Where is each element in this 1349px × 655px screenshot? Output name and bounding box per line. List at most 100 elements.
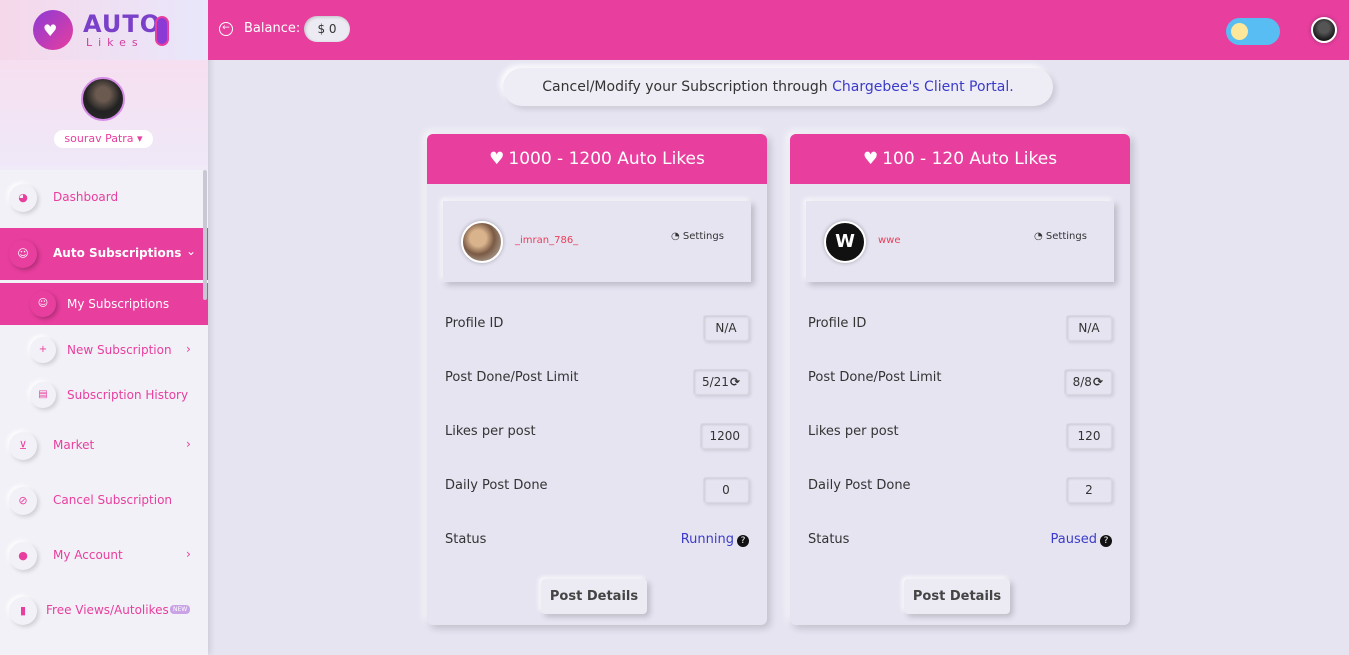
new-badge: NEW (170, 605, 191, 614)
refresh-icon[interactable]: ⟳ (730, 375, 740, 389)
post-details-button[interactable]: Post Details (541, 579, 647, 614)
account-box: W wwe ◔ Settings (806, 201, 1114, 282)
chevron-right-icon: › (186, 437, 191, 451)
sidebar-item-label: Free Views/Autolikes (46, 603, 169, 617)
avatar[interactable] (81, 77, 125, 121)
profile-card: sourav Patra ▾ (0, 60, 208, 170)
heart-icon: ♥ (862, 149, 879, 169)
balance-label: Balance: (244, 21, 301, 36)
user-name: sourav Patra (64, 132, 134, 145)
status-text: Paused (1050, 532, 1097, 547)
settings-label: Settings (682, 231, 724, 242)
users-icon: ☺ (9, 240, 37, 268)
likes-per-post-label: Likes per post (808, 424, 899, 439)
status-value: Paused? (1051, 532, 1112, 547)
refresh-icon[interactable]: ⟳ (1093, 375, 1103, 389)
sidebar-item-label: My Subscriptions (67, 297, 170, 311)
daily-post-done-value: 0 (703, 477, 749, 503)
card-header: ♥ 1000 - 1200 Auto Likes (427, 134, 767, 184)
post-done-text: 8/8 (1072, 375, 1092, 389)
sidebar-item-market[interactable]: ⊻ Market › (0, 422, 208, 470)
post-done-label: Post Done/Post Limit (808, 370, 942, 385)
back-arrow-icon[interactable]: ← (219, 22, 233, 36)
header-avatar[interactable] (1311, 17, 1337, 43)
bookmark-icon: ▮ (9, 597, 37, 625)
account-username[interactable]: wwe (878, 235, 901, 246)
likes-per-post-label: Likes per post (445, 424, 536, 439)
post-done-value: 8/8⟳ (1063, 369, 1112, 395)
likes-per-post-value: 120 (1066, 423, 1112, 449)
profile-id-label: Profile ID (808, 316, 867, 331)
sidebar-item-my-account[interactable]: ● My Account › (0, 532, 208, 580)
sidebar-item-free-views[interactable]: ▮ Free Views/Autolikes NEW (0, 587, 208, 635)
likes-per-post-value: 1200 (700, 423, 749, 449)
user-menu-button[interactable]: sourav Patra ▾ (54, 130, 153, 148)
sidebar-item-label: Market (53, 438, 95, 452)
profile-id-value: N/A (703, 315, 749, 341)
chargebee-banner: Cancel/Modify your Subscription through … (503, 68, 1053, 106)
account-avatar (461, 221, 503, 263)
help-icon[interactable]: ? (1100, 535, 1112, 547)
account-username[interactable]: _imran_786_ (515, 235, 578, 246)
profile-id-value: N/A (1066, 315, 1112, 341)
post-done-text: 5/21 (701, 375, 729, 389)
chevron-right-icon: › (186, 547, 191, 561)
user-plus-icon: + (30, 337, 56, 363)
account-box: _imran_786_ ◔ Settings (443, 201, 751, 282)
logo-icon: ♥ (33, 10, 73, 50)
cart-icon: ⊻ (9, 432, 37, 460)
balance-value: $ 0 (304, 16, 350, 42)
sidebar-item-label: Subscription History (67, 388, 189, 402)
chevron-right-icon: › (186, 342, 191, 356)
settings-button[interactable]: ◔ Settings (1034, 231, 1087, 242)
pie-chart-icon: ◕ (9, 184, 37, 212)
sidebar-item-new-subscription[interactable]: + New Subscription › (0, 329, 208, 371)
theme-toggle[interactable] (1226, 18, 1280, 45)
wwe-logo-icon: W (824, 221, 866, 263)
brand-sub: Likes (86, 36, 144, 49)
sidebar-item-label: Cancel Subscription (53, 493, 173, 507)
sidebar-item-label: Auto Subscriptions (53, 246, 182, 260)
clipboard-icon: ▤ (30, 382, 56, 408)
status-value: Running? (681, 532, 749, 547)
top-bar: ← Balance: $ 0 (208, 0, 1349, 60)
card-header: ♥ 100 - 120 Auto Likes (790, 134, 1130, 184)
subscription-card: ♥ 1000 - 1200 Auto Likes _imran_786_ ◔ Se… (427, 134, 767, 625)
post-done-value: 5/21⟳ (692, 369, 749, 395)
users-icon: ☺ (30, 291, 56, 317)
sidebar-item-dashboard[interactable]: ◕ Dashboard (0, 174, 208, 222)
brand[interactable]: ♥ AUTO Likes (0, 0, 208, 60)
post-done-label: Post Done/Post Limit (445, 370, 579, 385)
brand-badge (155, 16, 169, 46)
gauge-icon: ◔ (671, 231, 680, 242)
sidebar-item-label: New Subscription (67, 343, 172, 357)
card-title: 1000 - 1200 Auto Likes (508, 149, 705, 169)
heart-icon: ♥ (489, 149, 505, 169)
ban-icon: ⊘ (9, 487, 37, 515)
daily-post-done-value: 2 (1066, 477, 1112, 503)
brand-name: AUTO (83, 10, 162, 38)
profile-id-label: Profile ID (445, 316, 504, 331)
user-icon: ● (9, 542, 37, 570)
sidebar-scrollbar[interactable] (203, 170, 207, 300)
daily-post-done-label: Daily Post Done (808, 478, 911, 493)
daily-post-done-label: Daily Post Done (445, 478, 548, 493)
settings-button[interactable]: ◔ Settings (671, 231, 724, 242)
sidebar: ♥ AUTO Likes sourav Patra ▾ ◕ Dashboard … (0, 0, 208, 655)
chevron-down-icon: ⌄ (186, 244, 197, 258)
sidebar-item-subscription-history[interactable]: ▤ Subscription History (0, 374, 208, 416)
card-title: 100 - 120 Auto Likes (882, 149, 1058, 169)
help-icon[interactable]: ? (737, 535, 749, 547)
status-label: Status (445, 532, 487, 547)
status-label: Status (808, 532, 850, 547)
chargebee-portal-link[interactable]: Chargebee's Client Portal. (832, 79, 1014, 95)
subscription-card: ♥ 100 - 120 Auto Likes W wwe ◔ Settings P… (790, 134, 1130, 625)
gauge-icon: ◔ (1034, 231, 1043, 242)
sidebar-item-auto-subscriptions[interactable]: ☺ Auto Subscriptions ⌄ (0, 228, 208, 280)
sidebar-item-my-subscriptions[interactable]: ☺ My Subscriptions (0, 283, 208, 325)
sidebar-item-label: Dashboard (53, 190, 119, 204)
post-details-button[interactable]: Post Details (904, 579, 1010, 614)
sidebar-item-cancel-subscription[interactable]: ⊘ Cancel Subscription (0, 477, 208, 525)
banner-text: Cancel/Modify your Subscription through (542, 79, 833, 95)
settings-label: Settings (1045, 231, 1087, 242)
